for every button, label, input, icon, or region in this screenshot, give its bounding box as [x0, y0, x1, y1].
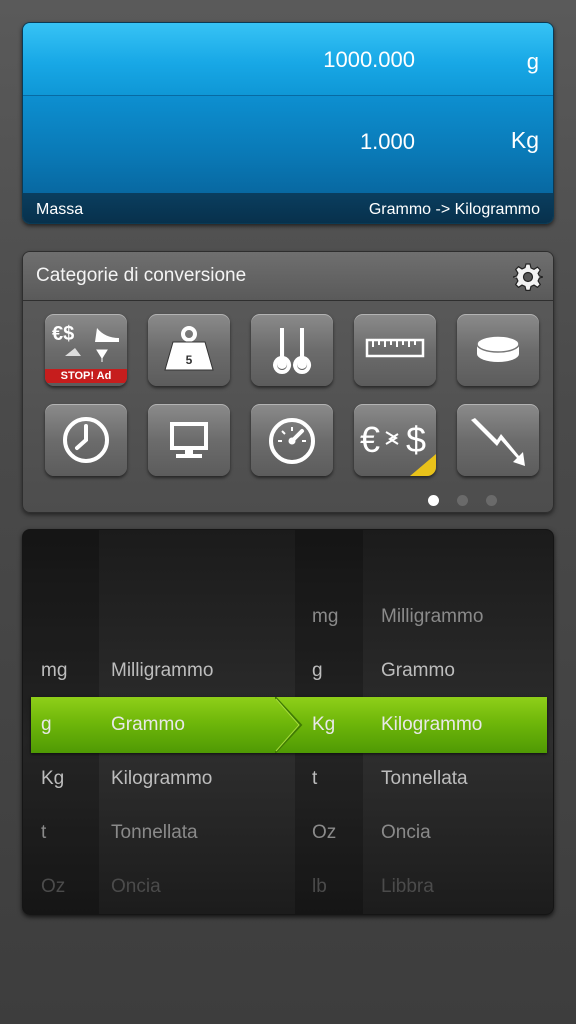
- right-name-4[interactable]: Tonnellata: [381, 768, 468, 790]
- conversion-label: Grammo -> Kilogrammo: [368, 201, 540, 218]
- cylinder-icon: [476, 335, 520, 362]
- svg-text:$: $: [406, 419, 426, 460]
- speedometer-icon: [269, 418, 315, 464]
- arrow-icon: [275, 697, 303, 753]
- left-name-5[interactable]: Oncia: [111, 876, 161, 898]
- svg-text:€$: €$: [52, 323, 74, 345]
- left-name-3[interactable]: Kilogrammo: [111, 768, 212, 790]
- left-abbr-4[interactable]: t: [41, 822, 46, 844]
- length-tile[interactable]: [354, 314, 436, 386]
- left-abbr-selected[interactable]: g: [41, 714, 52, 736]
- speed-tile[interactable]: [251, 404, 333, 476]
- computer-data-tile[interactable]: [148, 404, 230, 476]
- right-name-2[interactable]: Grammo: [381, 660, 455, 682]
- stop-ad-badge: STOP! Ad: [45, 369, 127, 383]
- right-abbr-2[interactable]: g: [312, 660, 323, 682]
- temperature-tile[interactable]: [251, 314, 333, 386]
- source-unit: g: [526, 49, 539, 74]
- right-abbr-selected[interactable]: Kg: [312, 714, 335, 736]
- source-value: 1000.000: [323, 47, 415, 72]
- right-name-5[interactable]: Oncia: [381, 822, 431, 844]
- currency-stop-ad-tile[interactable]: €$ STOP! Ad: [45, 314, 127, 386]
- right-abbr-5[interactable]: Oz: [312, 822, 336, 844]
- thermometer-icon: [273, 327, 312, 374]
- right-name-6[interactable]: Libbra: [381, 876, 434, 898]
- page-indicator-3[interactable]: [486, 495, 497, 506]
- svg-text:€: €: [360, 419, 380, 460]
- right-abbr-1[interactable]: mg: [312, 606, 338, 628]
- unit-picker[interactable]: mg Milligrammo g Grammo Kg Kilogrammo t …: [22, 529, 554, 915]
- right-abbr-6[interactable]: lb: [312, 876, 327, 898]
- euro-dollar-icon: € $: [360, 419, 436, 476]
- page-indicator-2[interactable]: [457, 495, 468, 506]
- categories-title: Categorie di conversione: [36, 265, 247, 286]
- left-name-1[interactable]: Milligrammo: [111, 660, 213, 682]
- target-value: 1.000: [359, 129, 415, 154]
- left-name-selected[interactable]: Grammo: [111, 714, 185, 736]
- source-value-row[interactable]: 1000.000 g: [23, 23, 553, 95]
- target-value-row[interactable]: 1.000 Kg: [23, 95, 553, 194]
- gear-icon[interactable]: [513, 262, 543, 292]
- target-unit: Kg: [510, 127, 539, 153]
- right-name-1[interactable]: Milligrammo: [381, 606, 483, 628]
- energy-tile[interactable]: [457, 404, 539, 476]
- currency-tile[interactable]: € $: [354, 404, 436, 476]
- time-tile[interactable]: [45, 404, 127, 476]
- lightning-icon: [471, 418, 525, 466]
- categories-panel: Categorie di conversione €$ STOP! Ad 5 €…: [22, 251, 554, 513]
- left-abbr-5[interactable]: Oz: [41, 876, 65, 898]
- categories-header: Categorie di conversione: [23, 252, 553, 301]
- right-abbr-4[interactable]: t: [312, 768, 317, 790]
- clock-icon: [63, 417, 109, 463]
- weight-icon: 5: [164, 326, 214, 371]
- ruler-icon: [365, 338, 425, 358]
- left-abbr-1[interactable]: mg: [41, 660, 67, 682]
- left-name-4[interactable]: Tonnellata: [111, 822, 198, 844]
- status-bar: Massa Grammo -> Kilogrammo: [23, 193, 553, 223]
- conversion-display: 1000.000 g 1.000 Kg Massa Grammo -> Kilo…: [22, 22, 554, 224]
- weight-number: 5: [186, 353, 193, 367]
- page-indicator-1[interactable]: [428, 495, 439, 506]
- category-label: Massa: [36, 201, 84, 218]
- right-name-selected[interactable]: Kilogrammo: [381, 714, 482, 736]
- monitor-icon: [170, 422, 208, 458]
- left-abbr-3[interactable]: Kg: [41, 768, 64, 790]
- volume-tile[interactable]: [457, 314, 539, 386]
- mass-tile[interactable]: 5: [148, 314, 230, 386]
